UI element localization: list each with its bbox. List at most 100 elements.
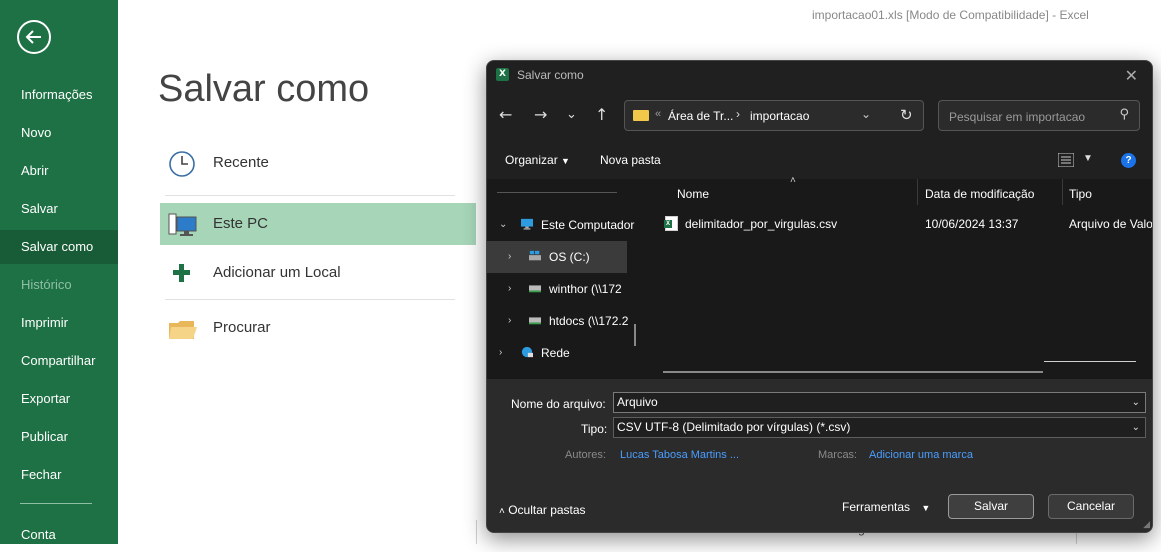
- hide-folders-button[interactable]: ˄ Ocultar pastas: [499, 503, 586, 517]
- location-label: Este PC: [213, 215, 269, 232]
- arrow-left-icon: [25, 30, 41, 44]
- tree-item-winthor[interactable]: › winthor (\\172: [487, 273, 627, 305]
- chevron-up-icon: ˄: [499, 506, 505, 517]
- chevron-right-icon[interactable]: ›: [508, 315, 511, 326]
- refresh-icon[interactable]: ↻: [900, 106, 913, 124]
- chevron-down-icon: ▼: [561, 156, 570, 166]
- chevron-down-icon[interactable]: ⌄: [1132, 393, 1140, 412]
- authors-value[interactable]: Lucas Tabosa Martins ...: [620, 449, 739, 461]
- up-arrow-icon[interactable]: ↑: [595, 105, 608, 124]
- view-dropdown-icon[interactable]: ▼: [1083, 153, 1093, 164]
- navigation-pane: ⌄ Este Computador › OS (C:) › winthor (\…: [487, 179, 647, 379]
- new-folder-button[interactable]: Nova pasta: [600, 153, 661, 167]
- sidebar-item-salvar-como[interactable]: Salvar como: [0, 230, 118, 264]
- filename-value: Arquivo: [617, 395, 658, 409]
- sidebar-item-novo[interactable]: Novo: [0, 116, 118, 150]
- breadcrumb-separator-icon[interactable]: ›: [736, 107, 740, 121]
- drive-icon: [529, 250, 541, 261]
- sidebar-item-compartilhar[interactable]: Compartilhar: [0, 344, 118, 378]
- excel-icon: X: [496, 68, 509, 81]
- breadcrumb-area-de-trabalho[interactable]: Área de Tr...: [668, 109, 733, 123]
- tree-item-htdocs[interactable]: › htdocs (\\172.2: [487, 305, 629, 337]
- backstage-sidebar: Informações Novo Abrir Salvar Salvar com…: [0, 0, 118, 544]
- save-button[interactable]: Salvar: [948, 494, 1034, 519]
- network-drive-icon: [529, 285, 541, 293]
- chevron-down-icon[interactable]: ⌄: [1132, 418, 1140, 437]
- file-list: ˄ Nome Data de modificação Tipo X delimi…: [647, 175, 1152, 379]
- tags-value[interactable]: Adicionar uma marca: [869, 449, 973, 461]
- sidebar-item-exportar[interactable]: Exportar: [0, 382, 118, 416]
- column-header-data[interactable]: Data de modificação: [925, 187, 1034, 201]
- file-name: delimitador_por_virgulas.csv: [685, 217, 838, 231]
- search-input[interactable]: [947, 107, 1111, 127]
- divider-line: [476, 520, 477, 544]
- folder-icon: [169, 321, 197, 339]
- clock-icon: [169, 151, 195, 177]
- column-divider[interactable]: [917, 179, 918, 205]
- back-arrow-icon[interactable]: ←: [499, 105, 512, 124]
- file-type-select[interactable]: CSV UTF-8 (Delimitado por vírgulas) (*.c…: [613, 417, 1146, 438]
- tree-scrollbar[interactable]: [634, 324, 636, 346]
- search-box[interactable]: ⚲: [938, 100, 1140, 131]
- authors-label: Autores:: [565, 449, 606, 461]
- network-drive-icon: [529, 317, 541, 325]
- horizontal-scrollbar[interactable]: [663, 371, 1043, 373]
- save-form: Nome do arquivo: Arquivo ⌄ Tipo: CSV UTF…: [487, 379, 1152, 532]
- tree-divider: [497, 192, 617, 193]
- tree-item-este-computador[interactable]: ⌄ Este Computador: [487, 209, 634, 241]
- chevron-right-icon[interactable]: ›: [499, 347, 502, 358]
- tags-label: Marcas:: [818, 449, 858, 461]
- file-type: Arquivo de Valores: [1069, 217, 1153, 231]
- address-bar[interactable]: « Área de Tr... › importacao ⌄ ↻: [624, 100, 924, 131]
- monitor-icon: [521, 218, 533, 230]
- sidebar-item-imprimir[interactable]: Imprimir: [0, 306, 118, 340]
- cancel-button[interactable]: Cancelar: [1048, 494, 1134, 519]
- tree-label: Rede: [541, 346, 570, 360]
- location-adicionar-local[interactable]: Adicionar um Local: [160, 252, 476, 294]
- location-este-pc[interactable]: Este PC: [160, 203, 476, 245]
- view-options-icon[interactable]: [1058, 153, 1074, 167]
- sidebar-item-salvar[interactable]: Salvar: [0, 192, 118, 226]
- sidebar-item-publicar[interactable]: Publicar: [0, 420, 118, 454]
- organize-button[interactable]: Organizar ▼: [505, 153, 570, 167]
- resize-grip-icon[interactable]: ◢: [1143, 519, 1150, 530]
- column-header-nome[interactable]: Nome: [677, 187, 709, 201]
- chevron-right-icon[interactable]: ›: [508, 251, 511, 262]
- back-button[interactable]: [17, 20, 51, 54]
- location-procurar[interactable]: Procurar: [160, 307, 476, 349]
- tools-label: Ferramentas: [842, 500, 911, 514]
- sidebar-item-abrir[interactable]: Abrir: [0, 154, 118, 188]
- column-header-tipo[interactable]: Tipo: [1069, 187, 1092, 201]
- pc-icon: [168, 213, 197, 236]
- sidebar-item-fechar[interactable]: Fechar: [0, 458, 118, 492]
- file-type-value: CSV UTF-8 (Delimitado por vírgulas) (*.c…: [617, 420, 851, 434]
- forward-arrow-icon[interactable]: →: [534, 105, 547, 124]
- search-icon[interactable]: ⚲: [1119, 107, 1129, 122]
- tree-item-rede[interactable]: › Rede: [487, 337, 627, 369]
- help-icon[interactable]: ?: [1121, 153, 1136, 168]
- tree-item-os-c[interactable]: › OS (C:): [487, 241, 627, 273]
- chevron-down-icon[interactable]: ⌄: [499, 219, 507, 230]
- sort-ascending-icon: ˄: [790, 175, 796, 186]
- tools-button[interactable]: Ferramentas ▼: [842, 500, 930, 514]
- sidebar-item-informacoes[interactable]: Informações: [0, 78, 118, 112]
- tree-label: Este Computador: [541, 218, 635, 232]
- location-label: Recente: [213, 154, 269, 171]
- tree-label: htdocs (\\172.2: [549, 314, 629, 328]
- file-row[interactable]: X delimitador_por_virgulas.csv 10/06/202…: [647, 213, 1152, 235]
- location-divider: [165, 195, 455, 196]
- location-recente[interactable]: Recente: [160, 142, 476, 184]
- tree-label: OS (C:): [549, 250, 590, 264]
- close-icon[interactable]: ✕: [1125, 66, 1138, 85]
- chevron-right-icon[interactable]: ›: [508, 283, 511, 294]
- dialog-title: Salvar como: [517, 68, 584, 82]
- save-as-dialog: X Salvar como ✕ ← → ⌄ ↑ « Área de Tr... …: [486, 60, 1153, 533]
- breadcrumb-importacao[interactable]: importacao: [750, 109, 809, 123]
- column-divider[interactable]: [1062, 179, 1063, 205]
- sidebar-item-conta[interactable]: Conta: [0, 518, 118, 552]
- location-divider: [165, 299, 455, 300]
- recent-locations-chevron-icon[interactable]: ⌄: [566, 107, 577, 122]
- address-dropdown-icon[interactable]: ⌄: [861, 107, 871, 121]
- overflow-chevron-icon[interactable]: «: [655, 108, 661, 120]
- filename-field[interactable]: Arquivo ⌄: [613, 392, 1146, 413]
